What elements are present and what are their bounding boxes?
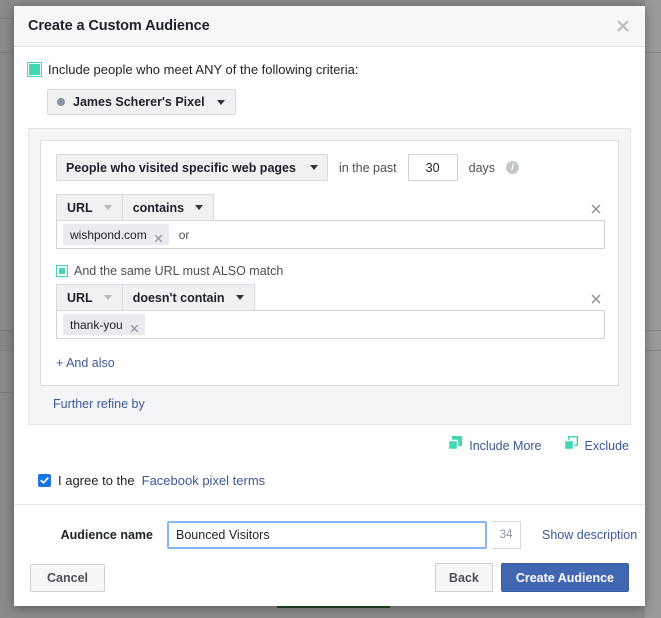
condition-field-dropdown[interactable]: URL (56, 284, 122, 311)
condition-operator-label: contains (132, 200, 185, 215)
remove-token-icon[interactable] (130, 320, 139, 333)
exclude-label: Exclude (584, 438, 629, 453)
page-title: Create a Custom Audience (28, 18, 210, 34)
also-match-label: And the same URL must ALSO match (74, 264, 284, 278)
close-icon[interactable] (615, 18, 631, 34)
token-label: thank-you (70, 317, 123, 332)
event-type-dropdown[interactable]: People who visited specific web pages (56, 154, 328, 181)
include-more-squares-icon (448, 436, 463, 455)
exclude-button[interactable]: Exclude (563, 435, 629, 455)
include-criteria-row: Include people who meet ANY of the follo… (14, 47, 645, 77)
or-label: or (178, 227, 190, 242)
condition-token-input[interactable]: wishpond.com or (56, 220, 605, 249)
further-refine-link[interactable]: Further refine by (53, 397, 145, 411)
chevron-down-icon (216, 99, 225, 105)
condition-field-label: URL (67, 290, 93, 305)
pixel-status-dot-icon (57, 98, 65, 106)
chevron-down-icon-disabled (103, 295, 112, 300)
terms-agreement-label: I agree to the (58, 473, 135, 488)
rule-header: People who visited specific web pages in… (56, 154, 605, 181)
condition-field-dropdown[interactable]: URL (56, 194, 122, 221)
chevron-down-icon (195, 205, 204, 210)
pixel-source-label: James Scherer's Pixel (73, 95, 205, 109)
condition-operator-dropdown[interactable]: contains (121, 194, 215, 221)
terms-agreement-row: I agree to the Facebook pixel terms (14, 455, 645, 488)
audience-actions-row: Include More Exclude (14, 425, 645, 455)
criteria-panel: People who visited specific web pages in… (28, 128, 631, 425)
include-more-label: Include More (469, 438, 542, 453)
and-also-link[interactable]: + And also (56, 356, 115, 370)
audience-name-input[interactable] (167, 521, 487, 549)
chevron-down-icon (235, 295, 244, 300)
create-custom-audience-dialog: Create a Custom Audience Include people … (14, 6, 645, 606)
condition-operator-dropdown[interactable]: doesn't contain (121, 284, 255, 311)
event-type-label: People who visited specific web pages (66, 160, 296, 175)
info-icon[interactable]: i (506, 161, 520, 174)
audience-name-label: Audience name (60, 528, 153, 542)
retention-days-input[interactable] (407, 154, 458, 181)
in-the-past-label: in the past (338, 160, 397, 175)
include-more-button[interactable]: Include More (448, 436, 542, 455)
background-right-column (645, 0, 661, 618)
pixel-source-dropdown[interactable]: James Scherer's Pixel (47, 89, 236, 115)
condition-operator-label: doesn't contain (132, 290, 225, 305)
remove-condition-icon[interactable] (590, 292, 602, 304)
days-label: days (468, 160, 496, 175)
pixel-select-wrap: James Scherer's Pixel (14, 77, 645, 115)
chevron-down-icon-disabled (103, 205, 112, 210)
remove-token-icon[interactable] (154, 230, 163, 243)
condition-token-input[interactable]: thank-you (56, 310, 605, 339)
dialog-body: Include people who meet ANY of the follo… (14, 47, 645, 549)
token-pill: thank-you (63, 314, 145, 335)
criteria-card: People who visited specific web pages in… (40, 140, 619, 386)
character-count: 34 (492, 521, 521, 549)
condition-row: URL contains (56, 194, 605, 221)
also-match-row: And the same URL must ALSO match (56, 264, 605, 278)
audience-name-section: Audience name 34 Show description (14, 504, 645, 549)
include-criteria-label: Include people who meet ANY of the follo… (48, 62, 359, 77)
token-pill: wishpond.com (63, 224, 169, 245)
dialog-footer: Cancel Back Create Audience (14, 549, 645, 606)
nested-square-icon (56, 265, 68, 277)
condition-row: URL doesn't contain (56, 284, 605, 311)
include-square-icon (28, 63, 41, 76)
create-audience-button[interactable]: Create Audience (500, 563, 629, 592)
facebook-pixel-terms-link[interactable]: Facebook pixel terms (142, 473, 266, 488)
condition-field-label: URL (67, 200, 93, 215)
checkbox-checked-icon[interactable] (38, 474, 51, 487)
chevron-down-icon (309, 165, 318, 170)
token-label: wishpond.com (70, 227, 147, 242)
back-button[interactable]: Back (434, 563, 493, 592)
show-description-link[interactable]: Show description (542, 528, 637, 542)
remove-condition-icon[interactable] (590, 202, 602, 214)
cancel-button[interactable]: Cancel (30, 563, 105, 592)
exclude-squares-icon (563, 435, 579, 455)
dialog-header: Create a Custom Audience (14, 6, 645, 47)
